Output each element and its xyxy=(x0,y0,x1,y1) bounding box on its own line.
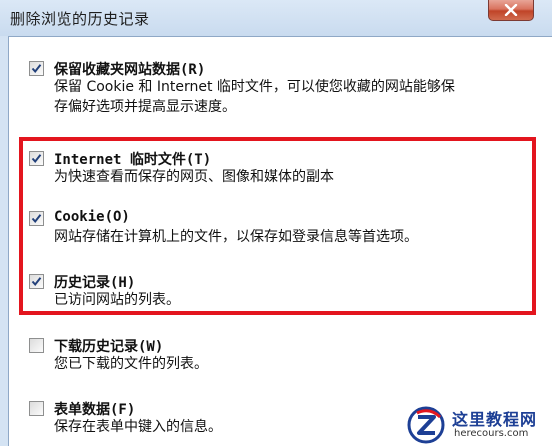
watermark-url: herecours.com xyxy=(454,428,529,439)
close-icon xyxy=(504,4,518,16)
preserve-favorites-checkbox[interactable] xyxy=(29,61,44,76)
checkmark-icon xyxy=(31,64,42,74)
options-panel: 保留收藏夹网站数据(R) 保留 Cookie 和 Internet 临时文件，可… xyxy=(8,36,552,446)
download-history-desc: 您已下载的文件的列表。 xyxy=(54,356,208,372)
site-logo-icon xyxy=(407,406,445,444)
download-history-label: 下载历史记录(W) xyxy=(54,339,164,355)
form-data-desc: 保存在表单中键入的信息。 xyxy=(54,419,222,435)
red-highlight-box xyxy=(19,137,536,315)
delete-history-dialog: 删除浏览的历史记录 保留收藏夹网站数据(R) 保留 Cookie 和 Inter… xyxy=(0,0,552,446)
watermark-title: 这里教程网 xyxy=(452,410,538,429)
download-history-checkbox[interactable] xyxy=(29,338,44,353)
preserve-favorites-label: 保留收藏夹网站数据(R) xyxy=(54,62,206,78)
preserve-favorites-desc-2: 存偏好选项并提高显示速度。 xyxy=(54,99,236,115)
close-button[interactable] xyxy=(488,0,534,21)
title-bar: 删除浏览的历史记录 xyxy=(0,0,552,36)
form-data-label: 表单数据(F) xyxy=(54,402,136,418)
preserve-favorites-desc-1: 保留 Cookie 和 Internet 临时文件，可以使您收藏的网站能够保 xyxy=(54,79,455,95)
window-title: 删除浏览的历史记录 xyxy=(10,10,150,28)
form-data-checkbox[interactable] xyxy=(29,401,44,416)
site-watermark: 这里教程网 herecours.com xyxy=(402,404,552,446)
